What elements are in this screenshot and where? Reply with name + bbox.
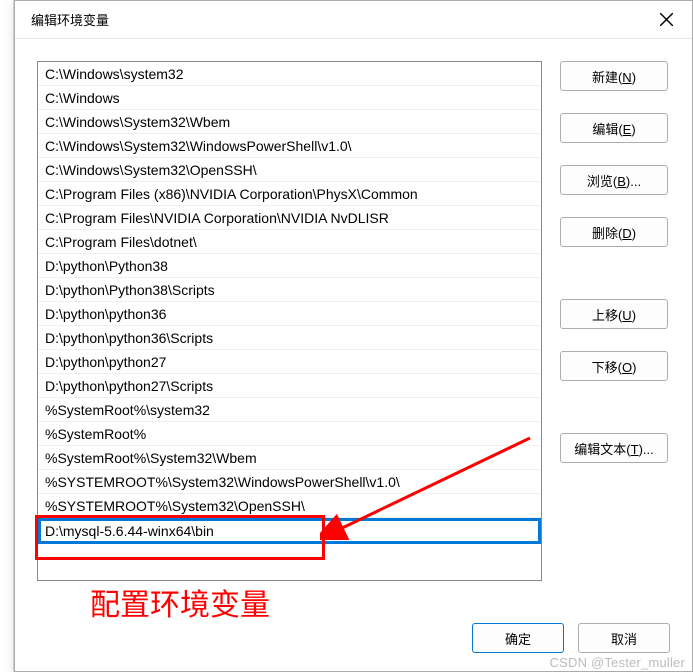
delete-button[interactable]: 删除(D) xyxy=(560,217,668,247)
list-item[interactable]: %SystemRoot% xyxy=(38,422,541,446)
list-item[interactable]: D:\python\python27 xyxy=(38,350,541,374)
ok-button[interactable]: 确定 xyxy=(472,623,564,653)
browse-button[interactable]: 浏览(B)... xyxy=(560,165,668,195)
close-icon xyxy=(660,13,673,26)
list-item[interactable]: %SYSTEMROOT%\System32\WindowsPowerShell\… xyxy=(38,470,541,494)
list-item-editing[interactable] xyxy=(38,518,541,544)
path-edit-input[interactable] xyxy=(40,520,539,542)
list-item[interactable]: D:\python\Python38 xyxy=(38,254,541,278)
list-item[interactable]: C:\Windows xyxy=(38,86,541,110)
list-item[interactable]: C:\Windows\System32\WindowsPowerShell\v1… xyxy=(38,134,541,158)
list-item[interactable]: C:\Program Files\dotnet\ xyxy=(38,230,541,254)
list-item[interactable]: D:\python\python36 xyxy=(38,302,541,326)
list-item[interactable]: C:\Windows\system32 xyxy=(38,62,541,86)
close-button[interactable] xyxy=(652,6,680,34)
list-item[interactable]: %SystemRoot%\System32\Wbem xyxy=(38,446,541,470)
list-item[interactable]: %SYSTEMROOT%\System32\OpenSSH\ xyxy=(38,494,541,518)
list-item[interactable]: C:\Windows\System32\Wbem xyxy=(38,110,541,134)
titlebar-text: 编辑环境变量 xyxy=(31,10,109,29)
button-column: 新建(N) 编辑(E) 浏览(B)... 删除(D) 上移(U) 下移(O) 编… xyxy=(560,61,668,581)
edit-button[interactable]: 编辑(E) xyxy=(560,113,668,143)
cancel-button[interactable]: 取消 xyxy=(578,623,670,653)
move-up-button[interactable]: 上移(U) xyxy=(560,299,668,329)
move-down-button[interactable]: 下移(O) xyxy=(560,351,668,381)
edit-text-button[interactable]: 编辑文本(T)... xyxy=(560,433,668,463)
list-item[interactable]: C:\Program Files (x86)\NVIDIA Corporatio… xyxy=(38,182,541,206)
list-item[interactable]: C:\Windows\System32\OpenSSH\ xyxy=(38,158,541,182)
path-listbox[interactable]: C:\Windows\system32 C:\Windows C:\Window… xyxy=(37,61,542,581)
bottom-buttons: 确定 取消 xyxy=(472,623,670,653)
list-item[interactable]: %SystemRoot%\system32 xyxy=(38,398,541,422)
titlebar: 编辑环境变量 xyxy=(15,1,692,39)
new-button[interactable]: 新建(N) xyxy=(560,61,668,91)
list-item[interactable]: D:\python\python27\Scripts xyxy=(38,374,541,398)
list-item[interactable]: D:\python\Python38\Scripts xyxy=(38,278,541,302)
list-item[interactable]: D:\python\python36\Scripts xyxy=(38,326,541,350)
list-item[interactable]: C:\Program Files\NVIDIA Corporation\NVID… xyxy=(38,206,541,230)
env-var-dialog: 编辑环境变量 C:\Windows\system32 C:\Windows C:… xyxy=(14,0,693,672)
